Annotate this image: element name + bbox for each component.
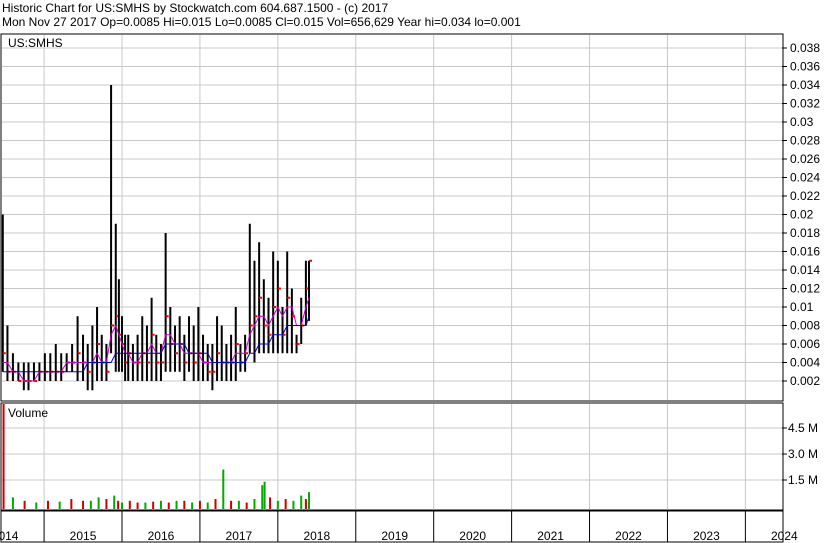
x-axis-label: 2021 (537, 529, 564, 543)
volume-bar (46, 500, 49, 509)
price-y-tick-label: 0.02 (790, 208, 814, 222)
volume-bar (82, 500, 85, 509)
volume-bar (2, 404, 5, 509)
volume-bar (136, 502, 139, 509)
volume-bar (70, 499, 73, 509)
volume-bar (276, 500, 279, 509)
volume-bar (175, 500, 178, 509)
volume-bar (222, 469, 225, 509)
volume-bar (23, 500, 26, 509)
price-y-tick-label: 0.014 (790, 263, 820, 277)
volume-bar (304, 499, 307, 509)
price-y-tick-label: 0.036 (790, 60, 820, 74)
volume-bar (292, 500, 295, 509)
volume-bar (300, 495, 303, 509)
volume-bar (253, 499, 256, 509)
price-y-tick-label: 0.01 (790, 300, 814, 314)
volume-bar (183, 500, 186, 509)
x-axis-label: 2019 (381, 529, 408, 543)
price-y-tick-label: 0.028 (790, 134, 820, 148)
volume-bar (35, 502, 38, 509)
price-y-axis: 0.038 0.036 0.034 0.032 0.03 0.028 0.026 0.024 0… (782, 41, 820, 388)
volume-bar (261, 485, 264, 509)
price-y-tick-label: 0.008 (790, 319, 820, 333)
price-y-tick-label: 0.038 (790, 41, 820, 55)
price-y-tick-label: 0.034 (790, 78, 820, 92)
volume-bar (245, 502, 248, 509)
x-axis-label: 2022 (615, 529, 642, 543)
volume-bar (308, 492, 311, 509)
volume-bar (58, 501, 61, 509)
volume-y-tick-label: 4.5 M (788, 421, 818, 435)
x-axis-label: 2024 (771, 529, 798, 543)
volume-bar (121, 502, 123, 509)
x-axis-label: 2017 (226, 529, 253, 543)
price-y-tick-label: 0.004 (790, 356, 820, 370)
volume-bar (198, 500, 201, 509)
volume-y-tick-label: 3.0 M (788, 447, 818, 461)
volume-bar (269, 497, 272, 509)
price-y-tick-label: 0.002 (790, 374, 820, 388)
price-y-tick-label: 0.032 (790, 97, 820, 111)
stock-chart: 0.038 0.036 0.034 0.032 0.03 0.028 0.026 0.024 0… (0, 33, 820, 543)
x-axis-label: 2015 (70, 529, 97, 543)
volume-bar (237, 500, 240, 509)
volume-bar (214, 499, 217, 509)
x-axis-label: 2016 (148, 529, 175, 543)
x-axis-label: 2018 (303, 529, 330, 543)
volume-bar (117, 500, 120, 509)
volume-y-axis: 4.5 M 3.0 M 1.5 M (782, 421, 818, 487)
volume-bar (206, 502, 209, 509)
price-y-tick-label: 0.026 (790, 152, 820, 166)
price-y-tick-label: 0.024 (790, 171, 820, 185)
volume-bar (152, 501, 155, 509)
volume-panel (0, 402, 784, 511)
volume-bar (263, 481, 266, 509)
price-y-tick-label: 0.012 (790, 282, 820, 296)
price-y-tick-label: 0.016 (790, 245, 820, 259)
volume-panel-title: Volume (8, 406, 48, 420)
price-y-tick-label: 0.006 (790, 337, 820, 351)
volume-bar (144, 502, 147, 509)
volume-bar (113, 495, 116, 509)
x-axis-label: 2014 (0, 529, 19, 543)
x-axis-label: 2023 (693, 529, 720, 543)
volume-bar (105, 499, 108, 509)
volume-bar (97, 497, 100, 509)
volume-bar (230, 500, 233, 509)
volume-bar (11, 497, 14, 509)
price-y-tick-label: 0.03 (790, 115, 814, 129)
volume-bar (159, 500, 162, 509)
volume-bar (167, 502, 170, 509)
volume-y-tick-label: 1.5 M (788, 473, 818, 487)
volume-bar (89, 500, 92, 509)
volume-bar (128, 500, 131, 509)
x-axis-label: 2020 (459, 529, 486, 543)
price-y-tick-label: 0.018 (790, 226, 820, 240)
price-y-tick-label: 0.022 (790, 189, 820, 203)
price-panel-title: US:SMHS (8, 36, 63, 50)
volume-bar (284, 499, 287, 509)
volume-bar (191, 502, 194, 509)
